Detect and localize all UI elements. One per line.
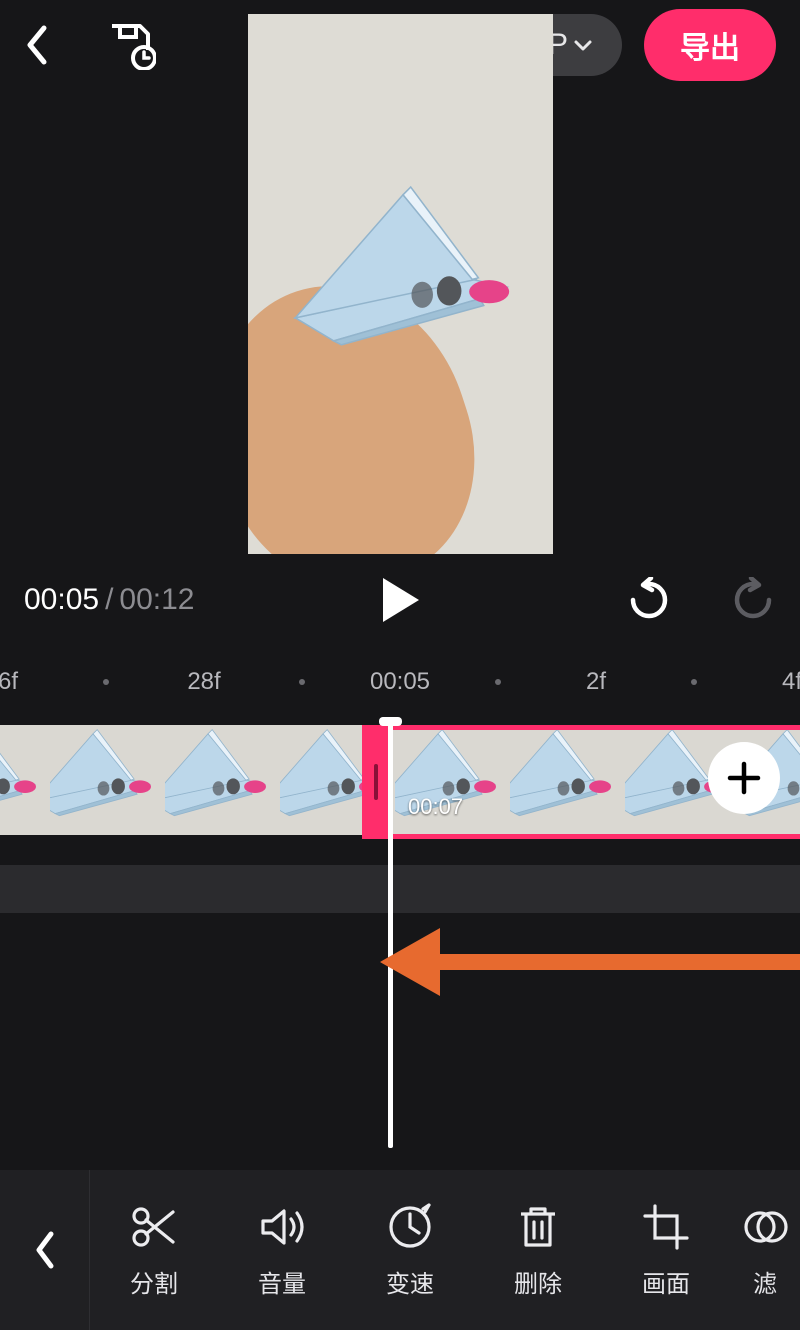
clip-thumbnail[interactable] [0, 725, 50, 835]
time-display: 00:05/00:12 [24, 583, 195, 617]
export-button[interactable]: 导出 [644, 9, 776, 81]
undo-button[interactable] [626, 577, 672, 623]
speed-icon [385, 1202, 435, 1252]
redo-button[interactable] [730, 577, 776, 623]
save-draft-icon[interactable] [106, 20, 156, 70]
tool-delete[interactable]: 删除 [474, 1202, 602, 1299]
tool-filter[interactable]: 滤 [730, 1202, 800, 1299]
chevron-down-icon [572, 34, 594, 56]
clip-duration-label: 00:07 [408, 794, 463, 820]
tool-volume[interactable]: 音量 [218, 1202, 346, 1299]
playhead[interactable] [388, 718, 393, 1148]
timeline-ruler[interactable]: 6f 28f 00:05 2f 4f [0, 652, 800, 712]
video-preview[interactable] [248, 14, 553, 554]
timeline-track[interactable] [0, 725, 800, 845]
play-button[interactable] [379, 576, 421, 624]
clip-trim-handle[interactable] [362, 725, 390, 839]
tool-speed[interactable]: 变速 [346, 1202, 474, 1299]
filter-icon [740, 1202, 790, 1252]
trash-icon [513, 1202, 563, 1252]
volume-icon [257, 1202, 307, 1252]
clip-thumbnail[interactable] [50, 725, 165, 835]
scissors-icon [129, 1202, 179, 1252]
clip-thumbnail[interactable] [510, 725, 625, 835]
tool-canvas[interactable]: 画面 [602, 1202, 730, 1299]
secondary-track[interactable] [0, 865, 800, 913]
add-clip-button[interactable] [708, 742, 780, 814]
crop-icon [641, 1202, 691, 1252]
back-icon[interactable] [24, 24, 50, 66]
plus-icon [726, 760, 762, 796]
annotation-arrow [380, 920, 800, 1010]
tool-split[interactable]: 分割 [90, 1202, 218, 1299]
clip-thumbnail[interactable] [165, 725, 280, 835]
toolbar-back-button[interactable] [0, 1170, 90, 1330]
edit-toolbar: 分割 音量 变速 删除 [0, 1170, 800, 1330]
